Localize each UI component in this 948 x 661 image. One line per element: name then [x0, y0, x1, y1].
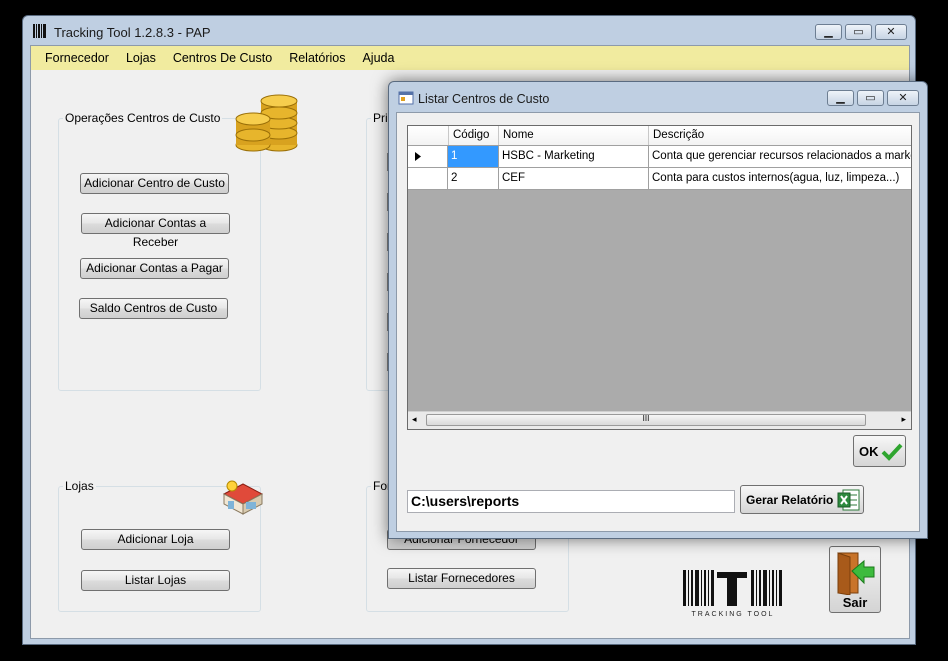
menu-bar: Fornecedor Lojas Centros De Custo Relató… — [31, 46, 909, 70]
dialog-title-bar[interactable]: Listar Centros de Custo ▁ ▭ ✕ — [389, 82, 927, 111]
menu-relatorios[interactable]: Relatórios — [281, 46, 354, 70]
exit-label: Sair — [842, 595, 868, 610]
list-suppliers-button[interactable]: Listar Fornecedores — [387, 568, 536, 589]
row-header[interactable] — [408, 168, 448, 189]
logo-text: TRACKING TOOL — [691, 611, 775, 618]
cell-descricao[interactable]: Conta para custos internos(agua, luz, li… — [649, 168, 911, 189]
cell-nome[interactable]: HSBC - Marketing — [499, 146, 649, 167]
window-app-icon — [398, 91, 414, 105]
scroll-right-icon[interactable]: ▸ — [901, 414, 906, 425]
dialog-client-area: Código Nome Descrição 1 HSBC - Marketing… — [396, 112, 920, 532]
grid-corner — [408, 126, 449, 145]
scroll-thumb[interactable]: III — [426, 414, 866, 426]
cell-codigo[interactable]: 2 — [448, 168, 499, 189]
cost-centers-grid[interactable]: Código Nome Descrição 1 HSBC - Marketing… — [407, 125, 912, 430]
column-header-codigo[interactable]: Código — [449, 126, 499, 145]
table-row[interactable]: 1 HSBC - Marketing Conta que gerenciar r… — [408, 146, 911, 168]
add-store-button[interactable]: Adicionar Loja — [81, 529, 230, 550]
horizontal-scrollbar[interactable]: ◂ III ▸ — [408, 411, 911, 429]
report-path-input[interactable]: C:\users\reports — [407, 490, 735, 513]
excel-icon — [837, 489, 860, 511]
store-icon — [222, 480, 264, 515]
close-icon: ✕ — [886, 26, 896, 38]
list-stores-button[interactable]: Listar Lojas — [81, 570, 230, 591]
barcode-icon — [33, 24, 46, 38]
cell-descricao[interactable]: Conta que gerenciar recursos relacionado… — [649, 146, 911, 167]
dialog-close-button[interactable]: ✕ — [887, 90, 919, 106]
cost-center-balance-button[interactable]: Saldo Centros de Custo — [79, 298, 228, 319]
dialog-maximize-button[interactable]: ▭ — [857, 90, 884, 106]
menu-ajuda[interactable]: Ajuda — [354, 46, 403, 70]
generate-report-button[interactable]: Gerar Relatório — [740, 485, 864, 514]
scroll-left-icon[interactable]: ◂ — [412, 414, 417, 425]
title-bar[interactable]: Tracking Tool 1.2.8.3 - PAP ▁ ▭ ✕ — [23, 16, 915, 45]
exit-button[interactable]: Sair — [829, 546, 881, 613]
menu-fornecedor[interactable]: Fornecedor — [31, 46, 118, 70]
barcode-logo-icon — [683, 570, 782, 606]
add-payables-button[interactable]: Adicionar Contas a Pagar — [80, 258, 229, 279]
add-cost-center-button[interactable]: Adicionar Centro de Custo — [80, 173, 229, 194]
row-header[interactable] — [408, 146, 448, 167]
group-title: Lojas — [65, 479, 94, 493]
list-cost-centers-dialog: Listar Centros de Custo ▁ ▭ ✕ Código Nom… — [388, 81, 928, 539]
minimize-icon: ▁ — [824, 26, 833, 38]
menu-centros-de-custo[interactable]: Centros De Custo — [165, 46, 281, 70]
grid-header: Código Nome Descrição — [408, 126, 911, 146]
dialog-minimize-button[interactable]: ▁ — [827, 90, 854, 106]
table-row[interactable]: 2 CEF Conta para custos internos(agua, l… — [408, 168, 911, 190]
column-header-descricao[interactable]: Descrição — [649, 126, 911, 145]
exit-door-icon — [837, 552, 875, 595]
maximize-icon: ▭ — [853, 26, 864, 38]
coins-icon — [235, 94, 298, 152]
maximize-icon: ▭ — [865, 92, 876, 104]
column-header-nome[interactable]: Nome — [499, 126, 649, 145]
add-receivables-button[interactable]: Adicionar Contas a Receber — [81, 213, 230, 249]
tracking-tool-logo: TRACKING TOOL — [681, 568, 785, 618]
window-title: Tracking Tool 1.2.8.3 - PAP — [54, 25, 211, 40]
menu-lojas[interactable]: Lojas — [118, 46, 165, 70]
minimize-button[interactable]: ▁ — [815, 24, 842, 40]
ok-button[interactable]: OK — [853, 435, 906, 467]
dialog-title: Listar Centros de Custo — [418, 92, 550, 106]
cell-codigo[interactable]: 1 — [448, 146, 499, 167]
cell-nome[interactable]: CEF — [499, 168, 649, 189]
close-button[interactable]: ✕ — [875, 24, 907, 40]
minimize-icon: ▁ — [836, 92, 845, 104]
close-icon: ✕ — [898, 92, 908, 104]
scroll-grip: III — [642, 414, 650, 423]
group-title: Operações Centros de Custo — [65, 111, 221, 125]
maximize-button[interactable]: ▭ — [845, 24, 872, 40]
checkmark-icon — [881, 443, 903, 461]
ok-label: OK — [859, 444, 879, 459]
current-row-arrow-icon — [415, 152, 421, 161]
generate-report-label: Gerar Relatório — [746, 493, 834, 507]
